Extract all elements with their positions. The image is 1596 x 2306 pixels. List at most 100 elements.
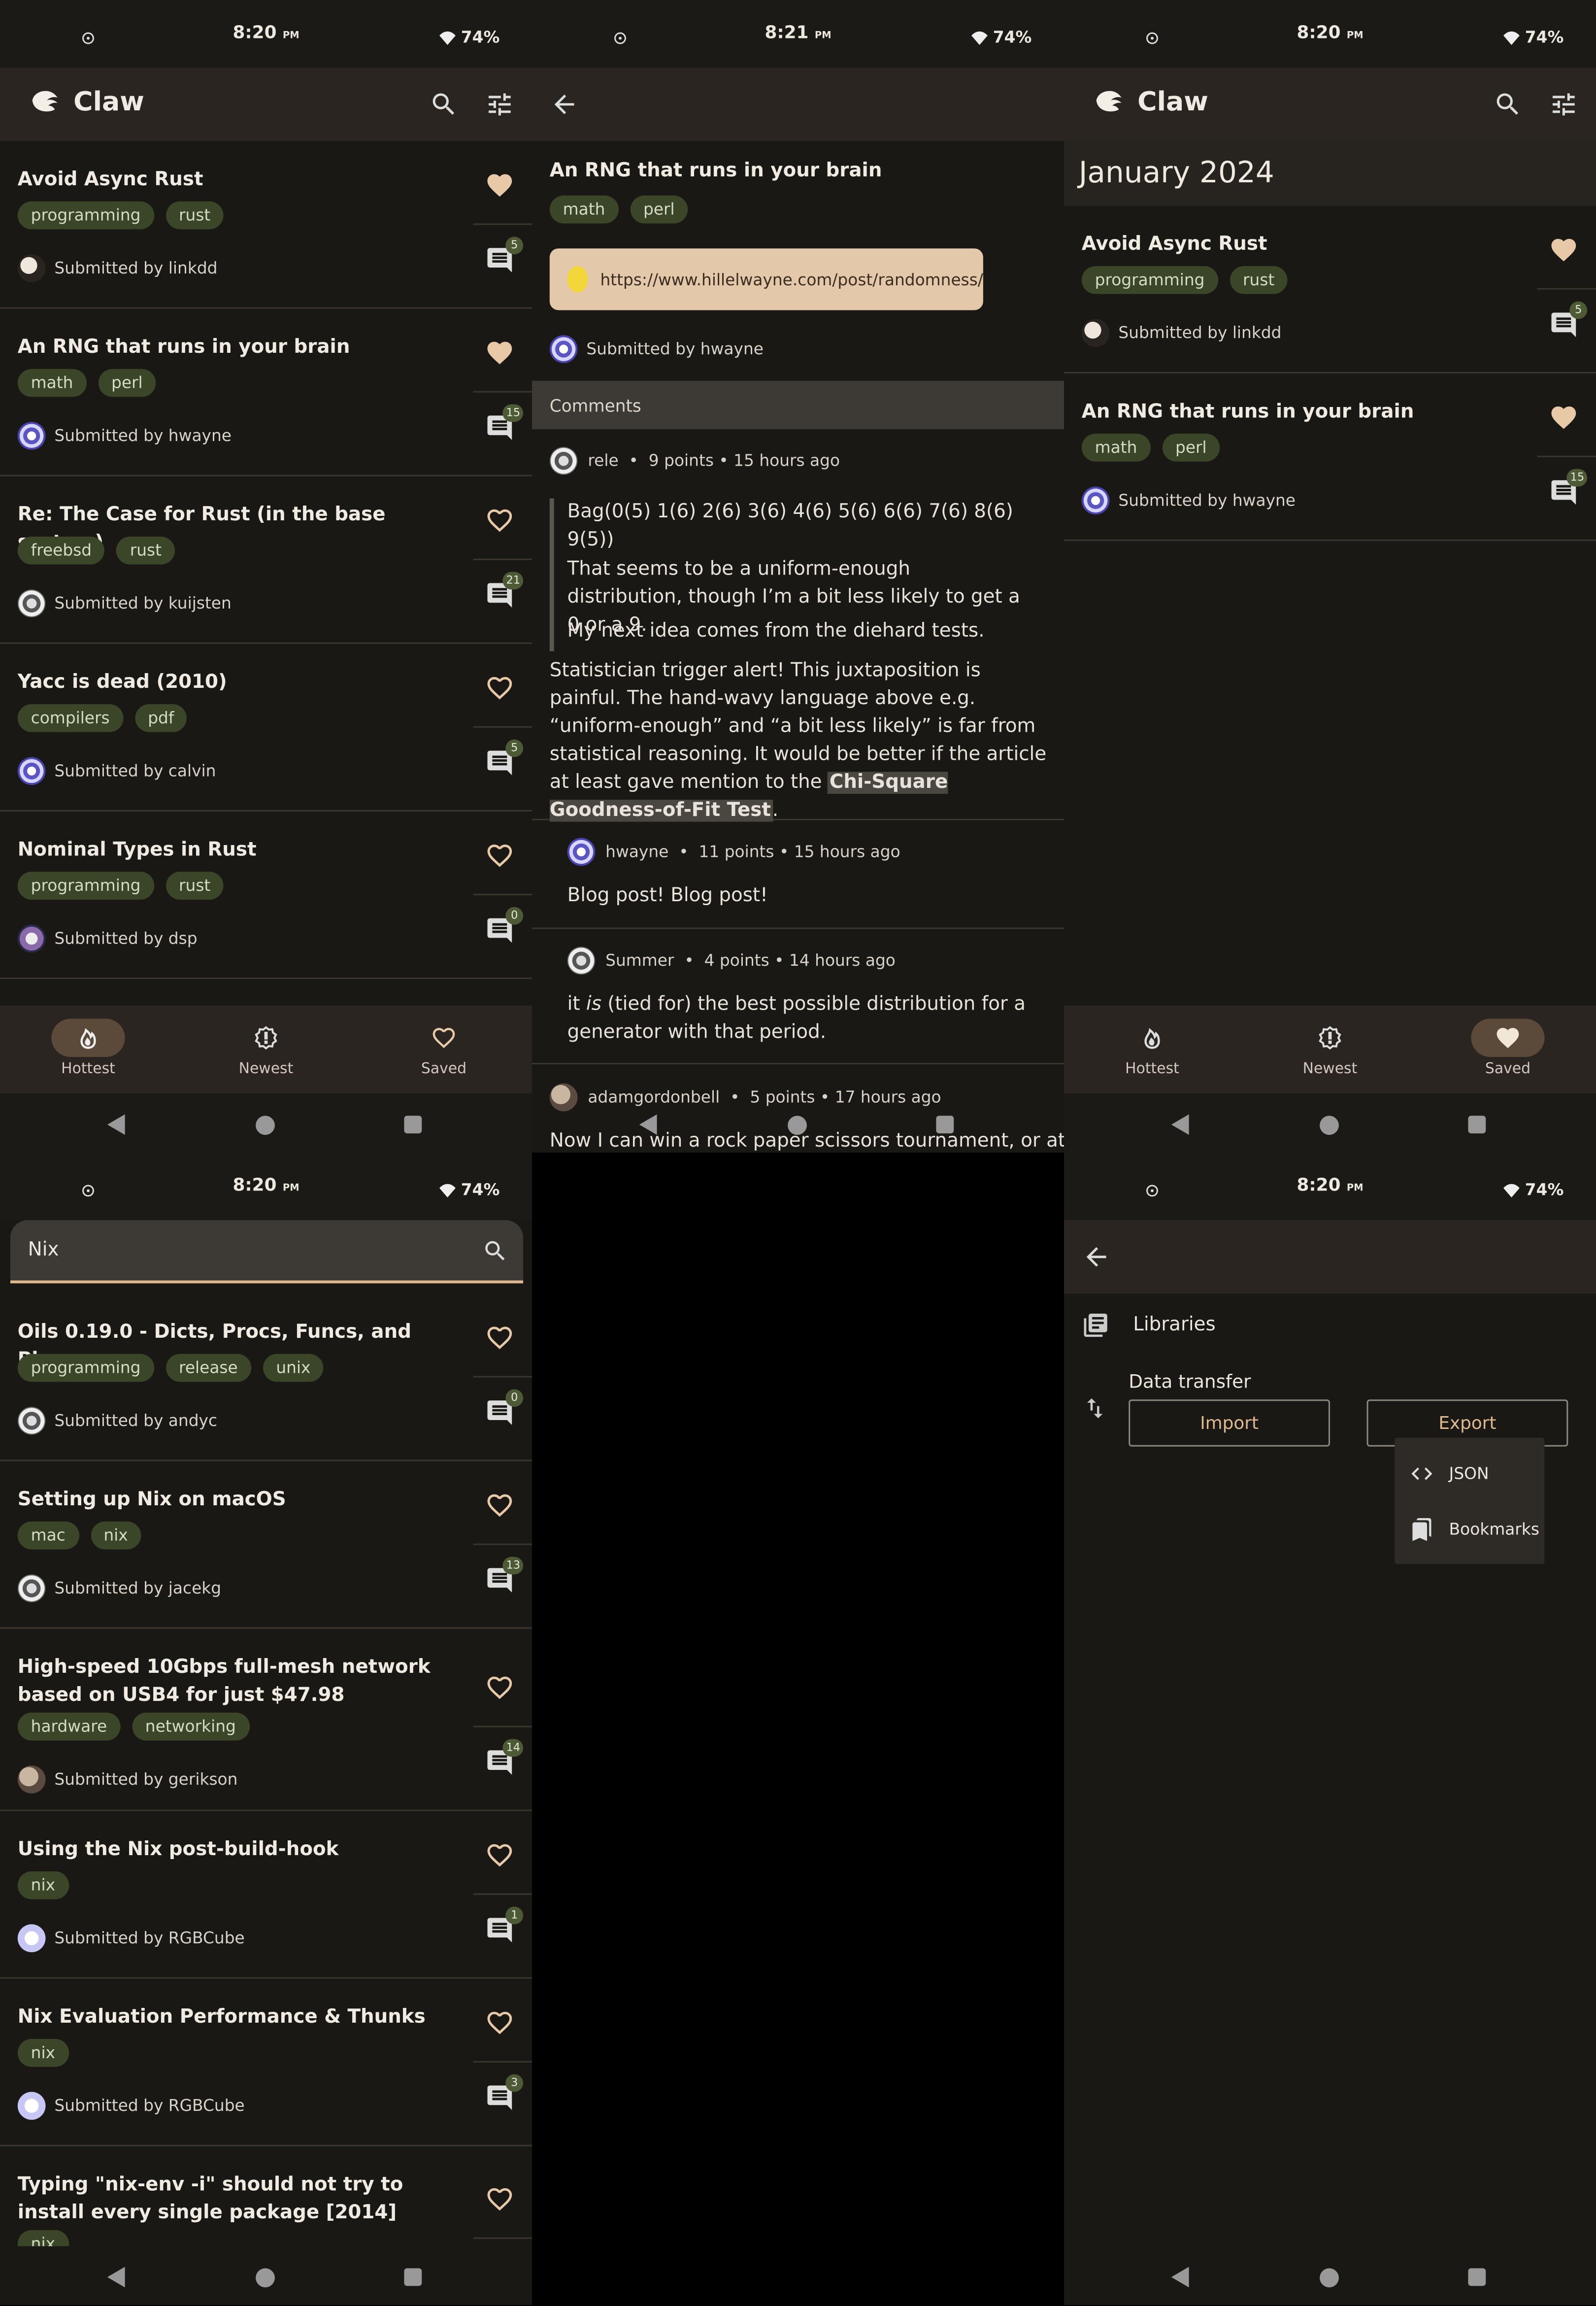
comments-header: Comments <box>532 380 1064 430</box>
story-item[interactable]: Nominal Types in Rust programming rust Su… <box>0 812 532 979</box>
tag[interactable]: programming <box>17 1354 154 1382</box>
story-item[interactable]: An RNG that runs in your brain math perl … <box>0 309 532 476</box>
story-item[interactable]: Nix Evaluation Performance & Thunks nix … <box>0 1979 532 2146</box>
heart-outline-icon[interactable] <box>485 1840 515 1870</box>
tag[interactable]: hardware <box>17 1712 121 1741</box>
home-circle-icon[interactable] <box>1320 2268 1339 2288</box>
home-circle-icon[interactable] <box>256 1116 275 1135</box>
story-title[interactable]: An RNG that runs in your brain <box>1082 399 1523 427</box>
story-title[interactable]: High-speed 10Gbps full-mesh network base… <box>18 1654 459 1709</box>
tag[interactable]: mac <box>17 1521 79 1550</box>
back-triangle-icon[interactable] <box>107 1114 125 1135</box>
recents-square-icon[interactable] <box>404 1116 422 1134</box>
libraries-row[interactable]: Libraries <box>1082 1311 1216 1339</box>
tag[interactable]: unix <box>263 1354 324 1382</box>
story-item[interactable]: Using the Nix post-build-hook nix Submit… <box>0 1811 532 1979</box>
heart-filled-icon[interactable] <box>485 338 515 368</box>
tag[interactable]: programming <box>17 872 154 900</box>
heart-filled-icon[interactable] <box>1549 403 1579 432</box>
heart-filled-icon[interactable] <box>485 170 515 200</box>
heart-outline-icon[interactable] <box>485 1673 515 1702</box>
tag[interactable]: nix <box>17 1871 68 1899</box>
heart-outline-icon[interactable] <box>485 841 515 871</box>
menu-item-json[interactable]: JSON <box>1409 1461 1489 1487</box>
recents-square-icon[interactable] <box>936 1116 954 1134</box>
nav-hottest[interactable]: Hottest <box>1064 1006 1240 1094</box>
filter-button[interactable] <box>482 87 518 122</box>
heart-outline-icon[interactable] <box>485 2008 515 2037</box>
tag[interactable]: pdf <box>134 704 188 732</box>
story-item[interactable]: Re: The Case for Rust (in the base syste… <box>0 476 532 644</box>
heart-filled-icon[interactable] <box>1549 235 1579 265</box>
story-title[interactable]: Typing "nix-env -i" should not try to in… <box>18 2171 459 2227</box>
home-circle-icon[interactable] <box>788 1116 807 1135</box>
story-title[interactable]: Nominal Types in Rust <box>18 837 459 865</box>
story-item[interactable]: An RNG that runs in your brain math perl … <box>1064 373 1596 541</box>
back-button[interactable] <box>1079 1239 1114 1275</box>
story-item[interactable]: Setting up Nix on macOS mac nix Submitted… <box>0 1461 532 1629</box>
tag[interactable]: perl <box>1162 434 1220 462</box>
story-title[interactable]: Avoid Async Rust <box>18 166 459 194</box>
heart-outline-icon[interactable] <box>485 673 515 703</box>
home-circle-icon[interactable] <box>256 2268 275 2288</box>
story-title[interactable]: Yacc is dead (2010) <box>18 669 459 697</box>
tag[interactable]: networking <box>132 1712 249 1741</box>
story-title[interactable]: Using the Nix post-build-hook <box>18 1836 459 1864</box>
back-triangle-icon[interactable] <box>1171 1114 1189 1135</box>
story-title[interactable]: Setting up Nix on macOS <box>18 1486 459 1514</box>
story-title[interactable]: Avoid Async Rust <box>1082 231 1523 259</box>
tag[interactable]: rust <box>166 201 224 230</box>
heart-outline-icon[interactable] <box>485 1491 515 1520</box>
story-item[interactable]: Avoid Async Rust programming rust Submitt… <box>0 141 532 309</box>
nav-saved[interactable]: Saved <box>1420 1006 1596 1094</box>
menu-item-bookmarks[interactable]: Bookmarks <box>1409 1517 1539 1542</box>
nav-hottest[interactable]: Hottest <box>0 1006 176 1094</box>
heart-outline-icon[interactable] <box>485 506 515 535</box>
tag[interactable]: compilers <box>17 704 123 732</box>
tag[interactable]: freebsd <box>17 536 105 565</box>
story-item[interactable]: Yacc is dead (2010) compilers pdf Submitt… <box>0 644 532 812</box>
tag[interactable]: math <box>1081 434 1151 462</box>
story-title[interactable]: Nix Evaluation Performance & Thunks <box>18 2003 459 2032</box>
story-item[interactable]: Oils 0.19.0 - Dicts, Procs, Funcs, and P… <box>0 1293 532 1461</box>
nav-newest[interactable]: Newest <box>1242 1006 1418 1094</box>
recents-square-icon[interactable] <box>404 2268 422 2286</box>
search-icon[interactable] <box>482 1238 509 1264</box>
story-item[interactable]: High-speed 10Gbps full-mesh network base… <box>0 1629 532 1811</box>
tag[interactable]: math <box>549 195 619 224</box>
recents-square-icon[interactable] <box>1468 1116 1486 1134</box>
heart-outline-icon[interactable] <box>485 1323 515 1353</box>
tag[interactable]: perl <box>630 195 688 224</box>
story-link-card[interactable]: https://www.hillelwayne.com/post/randomn… <box>549 248 983 310</box>
recents-square-icon[interactable] <box>1468 2268 1486 2286</box>
back-triangle-icon[interactable] <box>107 2267 125 2288</box>
back-button[interactable] <box>547 87 582 122</box>
search-button[interactable] <box>1490 87 1526 122</box>
tag[interactable]: rust <box>166 872 224 900</box>
tag[interactable]: programming <box>1081 266 1218 294</box>
heart-outline-icon[interactable] <box>485 2184 515 2214</box>
import-button[interactable]: Import <box>1129 1399 1330 1447</box>
nav-newest[interactable]: Newest <box>178 1006 354 1094</box>
tag[interactable]: release <box>166 1354 251 1382</box>
search-query[interactable]: Nix <box>28 1239 59 1261</box>
nav-saved[interactable]: Saved <box>356 1006 532 1094</box>
tag[interactable]: rust <box>1230 266 1288 294</box>
tag[interactable]: perl <box>98 369 156 397</box>
submitter: Submitted by calvin <box>17 757 216 785</box>
search-button[interactable] <box>426 87 462 122</box>
tag[interactable]: nix <box>17 2039 68 2067</box>
home-circle-icon[interactable] <box>1320 1116 1339 1135</box>
story-title[interactable]: An RNG that runs in your brain <box>18 334 459 362</box>
story-item[interactable]: Avoid Async Rust programming rust Submitt… <box>1064 206 1596 373</box>
filter-button[interactable] <box>1546 87 1582 122</box>
comment-count-badge: 5 <box>505 237 524 255</box>
back-triangle-icon[interactable] <box>1171 2267 1189 2288</box>
back-triangle-icon[interactable] <box>639 1114 657 1135</box>
tag[interactable]: programming <box>17 201 154 230</box>
tag[interactable]: math <box>17 369 87 397</box>
search-input[interactable]: Nix <box>10 1220 524 1284</box>
tag-list: nix <box>17 1871 68 1899</box>
tag[interactable]: nix <box>90 1521 141 1550</box>
tag[interactable]: rust <box>116 536 175 565</box>
